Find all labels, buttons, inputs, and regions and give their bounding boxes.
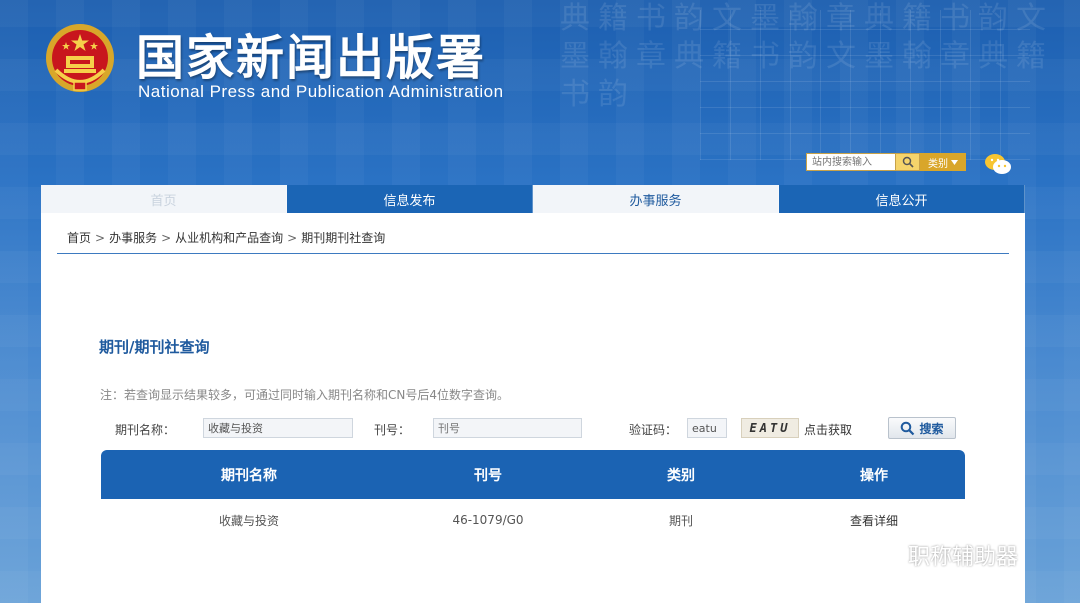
search-button-label: 搜索 [919,421,944,436]
nav-item-label: 首页 [150,193,177,209]
main-nav: 首页 信息发布 办事服务 信息公开 [41,185,1025,213]
breadcrumb-home[interactable]: 首页 [67,229,91,246]
watermark-text: 职称辅助器 [908,545,1019,570]
search-category-dropdown[interactable]: 类别 [920,153,966,171]
search-icon [902,156,914,168]
query-form: 期刊名称： 刊号： 验证码： EATU 点击获取 搜索 [115,417,965,440]
captcha-refresh-link[interactable]: 点击获取 [804,421,852,438]
wechat-logo-icon [867,542,901,568]
search-category-label: 类别 [928,158,948,170]
nav-item-news[interactable]: 信息发布 [287,185,533,213]
breadcrumb-product-query[interactable]: 从业机构和产品查询 [175,229,283,246]
captcha-input[interactable] [687,418,727,438]
page-title: 期刊/期刊社查询 [99,338,210,356]
captcha-label: 验证码： [629,423,678,437]
site-search-input[interactable] [806,153,896,171]
breadcrumb-divider [57,253,1009,254]
column-header-cn: 刊号 [474,467,502,484]
breadcrumb-separator: > [95,230,106,245]
nav-item-label: 办事服务 [629,193,682,209]
site-title: 国家新闻出版署 [136,30,487,86]
captcha-image[interactable]: EATU [741,418,799,438]
site-search-button[interactable] [896,153,920,171]
journal-name-label: 期刊名称： [115,423,176,437]
nav-item-home[interactable]: 首页 [41,185,287,213]
table-row: 收藏与投资 46-1079/G0 期刊 查看详细 [101,507,965,533]
issn-label: 刊号： [374,423,411,437]
site-subtitle: National Press and Publication Administr… [138,82,504,101]
captcha-image-text: EATU [749,421,791,435]
wechat-watermark: 职称辅助器 [866,539,1018,571]
column-header-type: 类别 [667,467,695,484]
header-search: 类别 [806,153,966,171]
nav-item-label: 信息公开 [875,193,928,209]
view-details-link[interactable]: 查看详细 [850,514,898,528]
results-table-header: 期刊名称 刊号 类别 操作 [101,450,965,499]
background-calligraphy: 典籍书韵文墨翰章典籍书韵文墨翰章典籍书韵文墨翰章典籍书韵 [560,1,1054,112]
breadcrumb-services[interactable]: 办事服务 [109,229,157,246]
breadcrumb-separator: > [161,230,172,245]
nav-item-disclosure[interactable]: 信息公开 [779,185,1025,213]
nav-item-services[interactable]: 办事服务 [533,185,779,213]
query-search-button[interactable]: 搜索 [888,417,956,439]
column-header-name: 期刊名称 [221,467,277,484]
journal-name-input[interactable] [203,418,353,438]
cell-cn-number: 46-1079/G0 [452,513,524,527]
column-header-action: 操作 [860,467,888,484]
chevron-down-icon [951,159,958,165]
search-icon [901,421,915,435]
wechat-icon[interactable] [984,152,1012,176]
cell-journal-name: 收藏与投资 [218,513,279,528]
breadcrumb-separator: > [287,230,298,245]
issn-input[interactable] [433,418,582,438]
breadcrumb: 首页 > 办事服务 > 从业机构和产品查询 > 期刊期刊社查询 [67,229,385,246]
query-notice: 注：若查询显示结果较多，可通过同时输入期刊名称和CN号后4位数字查询。 [100,388,509,402]
breadcrumb-current[interactable]: 期刊期刊社查询 [301,229,385,246]
national-emblem-icon [46,24,114,92]
cell-type: 期刊 [668,513,693,528]
nav-item-label: 信息发布 [383,193,436,209]
